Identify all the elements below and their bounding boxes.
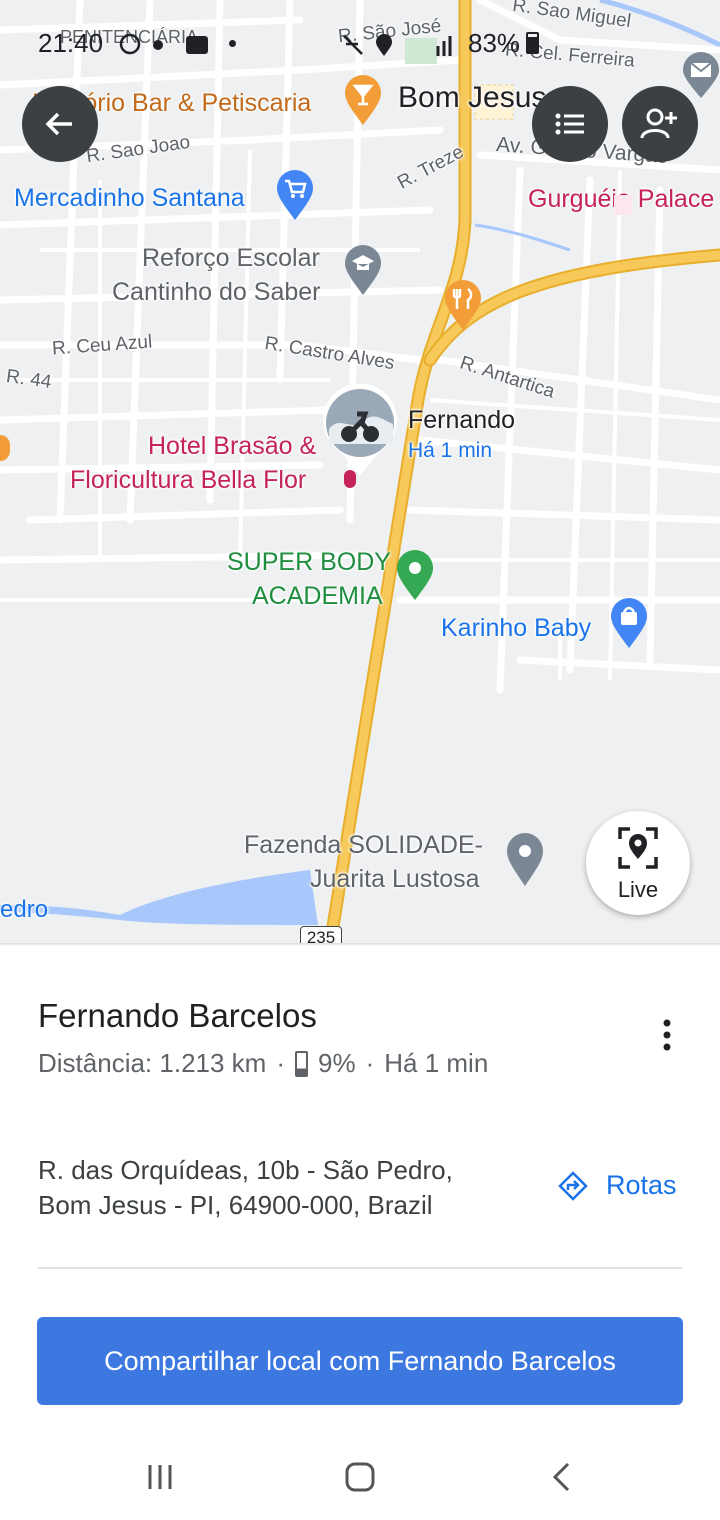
poi-hotel-label-2[interactable]: Floricultura Bella Flor [70,467,306,494]
person-add-icon [640,108,677,139]
bar-pin-icon[interactable] [343,75,383,127]
home-icon[interactable] [344,1461,376,1493]
gym-pin-icon[interactable] [396,550,434,602]
status-battery-percent: 83% [468,28,521,58]
divider [38,1267,682,1269]
separator-dot: · [276,1048,285,1078]
add-person-button[interactable] [622,86,698,162]
arrow-back-icon [45,112,72,136]
directions-label: Rotas [606,1170,677,1200]
last-seen-text: Há 1 min [384,1048,489,1078]
poi-mercadinho-label[interactable]: Mercadinho Santana [14,185,245,212]
school-pin-icon[interactable] [344,245,382,297]
directions-icon [558,1170,588,1201]
live-label: Live [617,877,659,902]
status-bar: 21:40 83% [0,28,720,62]
share-location-button[interactable]: Compartilhar local com Fernando Barcelos [37,1317,683,1405]
avatar [323,383,397,476]
restaurant-pin-icon[interactable] [444,280,482,332]
place-label: edro [0,896,49,923]
person-marker-name: Fernando [408,406,516,434]
poi-fazenda-label-2[interactable]: Juarita Lustosa [310,866,480,893]
status-time: 21:40 [38,28,104,58]
address-line-2: Bom Jesus - PI, 64900-000, Brazil [38,1190,433,1220]
distance-text: Distância: 1.213 km [38,1048,267,1078]
shopping-cart-pin-icon[interactable] [276,170,314,222]
address-block: R. das Orquídeas, 10b - São Pedro, Bom J… [38,1153,453,1223]
battery-text: 9% [318,1048,356,1078]
person-marker-time: Há 1 min [408,439,493,462]
person-details: Distância: 1.213 km · 9% · Há 1 min [38,1048,488,1079]
person-info-sheet: Fernando Barcelos Distância: 1.213 km · … [0,943,720,1520]
hotel-pin-icon [614,195,632,215]
live-view-button[interactable]: Live [586,811,690,915]
list-button[interactable] [532,86,608,162]
live-view-icon [618,827,658,869]
back-nav-icon[interactable] [550,1461,574,1493]
poi-super-body-label-2[interactable]: ACADEMIA [252,583,383,610]
recent-apps-icon[interactable] [146,1462,174,1492]
poi-karinho-label[interactable]: Karinho Baby [441,615,591,642]
sheet-shadow [0,943,720,946]
battery-icon [295,1050,308,1077]
shopping-bag-pin-icon[interactable] [610,598,648,650]
poi-reforco-label[interactable]: Reforço Escolar [142,245,320,272]
system-navigation-bar [0,1440,720,1520]
address-line-1: R. das Orquídeas, 10b - São Pedro, [38,1155,453,1185]
person-location-marker[interactable] [321,383,399,479]
notification-dot [229,40,236,47]
town-label: Bom Jesus [398,81,547,114]
directions-button[interactable]: Rotas [558,1170,677,1201]
poi-super-body-label[interactable]: SUPER BODY [227,549,391,576]
poi-hotel-label[interactable]: Hotel Brasão & [148,433,316,460]
list-icon [555,113,584,135]
person-name: Fernando Barcelos [38,997,317,1034]
notification-icons [119,33,208,55]
map-view[interactable]: R. Sao Miguel R. São José R. Cel. Ferrei… [0,0,720,945]
battery-icon [526,32,539,54]
back-button[interactable] [22,86,98,162]
poi-fazenda-label[interactable]: Fazenda SOLIDADE- [244,832,483,859]
poi-reforco-label-2[interactable]: Cantinho do Saber [112,279,320,306]
more-options-icon[interactable] [655,1017,679,1053]
separator-dot: · [365,1048,375,1078]
location-pin-icon[interactable] [506,832,544,888]
system-status-icons [343,34,452,56]
